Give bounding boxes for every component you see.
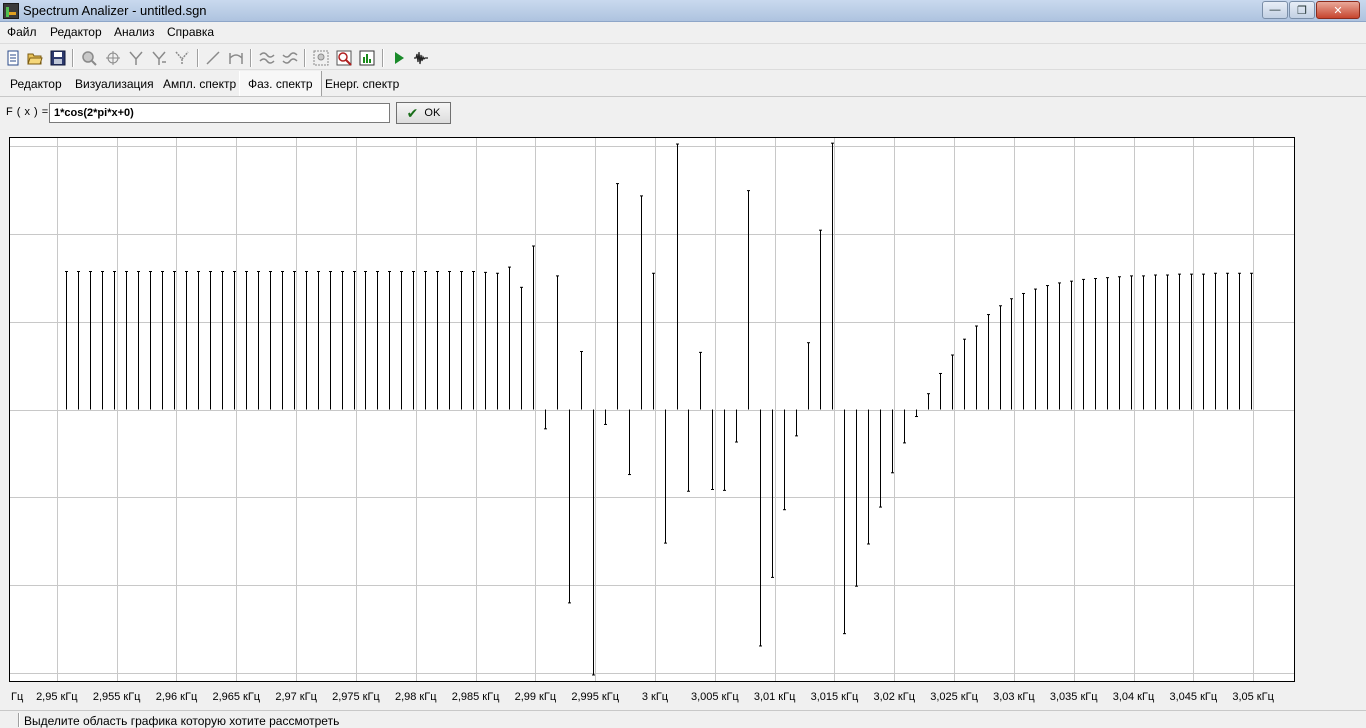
menu-help[interactable]: Справка (167, 25, 214, 39)
phase-spectrum-chart[interactable]: 3 Pi2 Pi1 Pi0 Pi-1 Pi-2 Pi-3 PiГц2,95 кГ… (9, 137, 1328, 707)
waveform-icon[interactable] (412, 49, 430, 67)
x-tick-label: 2,99 кГц (515, 691, 557, 703)
x-tick-label: 2,955 кГц (93, 691, 141, 703)
formula-label: F ( x ) = (6, 106, 49, 118)
tab-visualization[interactable]: Визуализация (67, 71, 162, 96)
save-icon[interactable] (49, 49, 67, 67)
zoom-icon[interactable] (80, 49, 98, 67)
shift-left-icon[interactable] (258, 49, 276, 67)
x-tick-label: Гц (11, 691, 24, 703)
zoom-area-icon[interactable] (312, 49, 330, 67)
status-text: Выделите область графика которую хотите … (24, 714, 340, 728)
x-tick-label: 3,03 кГц (993, 691, 1035, 703)
minimize-button[interactable]: — (1262, 1, 1288, 19)
tab-amplitude-spectrum[interactable]: Ампл. спектр (155, 71, 244, 96)
tab-strip: Редактор Визуализация Ампл. спектр Фаз. … (0, 71, 1366, 97)
shift-right-icon[interactable] (281, 49, 299, 67)
x-tick-label: 3,015 кГц (811, 691, 859, 703)
app-icon (3, 3, 19, 19)
x-tick-label: 2,965 кГц (212, 691, 260, 703)
toolbar-separator (250, 49, 252, 67)
x-tick-label: 3,025 кГц (930, 691, 978, 703)
menu-analysis[interactable]: Анализ (114, 25, 155, 39)
filter2-icon[interactable] (150, 49, 168, 67)
x-tick-label: 3,045 кГц (1169, 691, 1217, 703)
chart-export-icon[interactable] (358, 49, 376, 67)
status-bar: Выделите область графика которую хотите … (0, 710, 1366, 728)
toolbar-separator (304, 49, 306, 67)
ok-button-label: OK (424, 107, 441, 119)
x-tick-label: 2,995 кГц (571, 691, 619, 703)
toolbar (0, 43, 1366, 70)
menu-editor[interactable]: Редактор (50, 25, 102, 39)
line-icon[interactable] (204, 49, 222, 67)
x-tick-label: 3 кГц (642, 691, 669, 703)
crosshair-icon[interactable] (104, 49, 122, 67)
tab-editor[interactable]: Редактор (2, 71, 70, 96)
close-button[interactable]: ✕ (1316, 1, 1360, 19)
plot-area (9, 137, 1295, 682)
checkmark-icon: ✔ (406, 104, 419, 121)
new-file-icon[interactable] (4, 49, 22, 67)
status-separator (18, 713, 20, 727)
x-tick-label: 2,985 кГц (452, 691, 500, 703)
x-tick-label: 3,04 кГц (1113, 691, 1155, 703)
menu-bar: Файл Редактор Анализ Справка (0, 22, 1366, 42)
curve-icon[interactable] (227, 49, 245, 67)
menu-file[interactable]: Файл (7, 25, 37, 39)
window-title: Spectrum Analizer - untitled.sgn (23, 3, 207, 18)
x-tick-label: 3,035 кГц (1050, 691, 1098, 703)
toolbar-separator (197, 49, 199, 67)
x-tick-label: 3,01 кГц (754, 691, 796, 703)
x-tick-label: 2,95 кГц (36, 691, 78, 703)
zoom-reset-icon[interactable] (335, 49, 353, 67)
maximize-button[interactable]: ❐ (1289, 1, 1315, 19)
toolbar-separator (72, 49, 74, 67)
x-tick-label: 2,975 кГц (332, 691, 380, 703)
title-bar[interactable]: Spectrum Analizer - untitled.sgn — ❐ ✕ (0, 0, 1366, 22)
formula-input[interactable] (49, 103, 390, 123)
filter3-icon[interactable] (173, 49, 191, 67)
chart-svg: 3 Pi2 Pi1 Pi0 Pi-1 Pi-2 Pi-3 PiГц2,95 кГ… (9, 137, 1328, 703)
x-tick-label: 3,005 кГц (691, 691, 739, 703)
open-folder-icon[interactable] (26, 49, 44, 67)
filter-icon[interactable] (127, 49, 145, 67)
window-controls: — ❐ ✕ (1261, 1, 1360, 19)
tab-phase-spectrum[interactable]: Фаз. спектр (239, 71, 322, 96)
x-tick-label: 2,97 кГц (275, 691, 317, 703)
play-icon[interactable] (390, 49, 408, 67)
x-tick-label: 2,98 кГц (395, 691, 437, 703)
x-tick-label: 2,96 кГц (156, 691, 198, 703)
x-tick-label: 3,02 кГц (873, 691, 915, 703)
tab-energy-spectrum[interactable]: Енерг. спектр (317, 71, 407, 96)
ok-button[interactable]: ✔ OK (396, 102, 451, 124)
toolbar-separator (382, 49, 384, 67)
x-tick-label: 3,05 кГц (1232, 691, 1274, 703)
